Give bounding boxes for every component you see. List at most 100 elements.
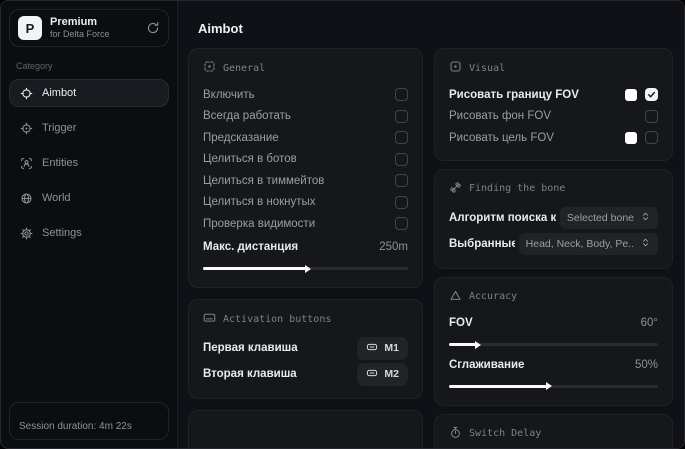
setting-label: Всегда работать — [203, 110, 291, 123]
slider-thumb[interactable] — [304, 264, 311, 273]
card-accuracy: Accuracy FOV 60° Сглаживание 50% — [434, 276, 673, 406]
setting-row: Целиться в тиммейтов — [203, 170, 408, 192]
setting-row: Выбранные кости Head, Neck, Body, Pe.. — [449, 231, 658, 257]
setting-row: Сглаживание 50% — [449, 354, 658, 376]
keyboard-icon — [203, 311, 216, 327]
setting-label: Целиться в тиммейтов — [203, 174, 325, 187]
setting-row: Включить — [203, 84, 408, 106]
sync-icon[interactable] — [146, 21, 160, 35]
chevron-up-down-icon — [640, 211, 651, 225]
draw-fov-background-checkbox[interactable] — [645, 109, 658, 123]
sidebar-item-label: Settings — [42, 227, 82, 239]
setting-label: Рисовать цель FOV — [449, 131, 554, 144]
setting-row: Рисовать границу FOV — [449, 84, 658, 106]
setting-row: Макс. дистанция 250m — [203, 237, 408, 259]
stopwatch-icon — [449, 426, 462, 442]
card-visual: Visual Рисовать границу FOV Рисовать фон… — [434, 48, 673, 161]
card-finding-the-bone: Finding the bone Алгоритм поиска кости S… — [434, 168, 673, 269]
focus-frame-icon — [203, 60, 216, 76]
setting-label: Проверка видимости — [203, 217, 316, 230]
sidebar-item-label: Aimbot — [42, 87, 77, 99]
card-empty — [188, 410, 423, 448]
draw-fov-target-checkbox[interactable] — [645, 131, 658, 145]
brand-title: Premium — [50, 15, 98, 28]
sidebar-item-aimbot[interactable]: Aimbot — [9, 79, 169, 107]
setting-row: Первая клавиша M1 — [203, 335, 408, 361]
setting-label: Выбранные кости — [449, 237, 515, 250]
brand-subtitle: for Delta Force — [50, 29, 110, 40]
setting-row: Целиться в нокнутых — [203, 192, 408, 214]
card-general: General Включить Всегда работать Предска… — [188, 48, 423, 288]
target-bots-checkbox[interactable] — [395, 152, 408, 166]
setting-label: Алгоритм поиска кости — [449, 211, 556, 224]
draw-fov-border-checkbox[interactable] — [645, 88, 658, 102]
page-title: Aimbot — [198, 21, 243, 36]
first-key-button[interactable]: M1 — [357, 336, 408, 360]
bone-section-header: Finding the bone — [449, 181, 658, 197]
selected-bones-select[interactable]: Head, Neck, Body, Pe.. — [518, 232, 658, 255]
max-distance-slider[interactable] — [203, 264, 408, 273]
target-knocked-checkbox[interactable] — [395, 195, 408, 209]
sidebar-item-label: Entities — [42, 157, 79, 169]
setting-label: Целиться в нокнутых — [203, 196, 316, 209]
setting-label: FOV — [449, 317, 473, 330]
brand-logo: P — [18, 16, 42, 40]
max-distance-value: 250m — [379, 241, 408, 254]
sidebar-item-trigger[interactable]: Trigger — [9, 114, 169, 142]
setting-label: Макс. дистанция — [203, 241, 299, 254]
card-activation-buttons: Activation buttons Первая клавиша M1 Вто… — [188, 299, 423, 399]
fov-target-color-swatch[interactable] — [625, 131, 637, 144]
fov-value: 60° — [640, 317, 658, 330]
sidebar: P Premium for Delta Force Category Aimbo… — [1, 1, 177, 448]
setting-label: Вторая клавиша — [203, 368, 297, 380]
setting-label: Сглаживание — [449, 358, 525, 371]
setting-row: Алгоритм поиска кости Selected bone — [449, 205, 658, 231]
gear-icon — [20, 226, 33, 240]
session-duration-card: Session duration: 4m 22s — [9, 402, 169, 440]
sidebar-item-settings[interactable]: Settings — [9, 219, 169, 247]
enable-checkbox[interactable] — [395, 88, 408, 102]
chevron-up-down-icon — [640, 237, 651, 251]
globe-icon — [20, 192, 33, 205]
sidebar-item-label: World — [42, 192, 71, 204]
frame-dot-icon — [449, 60, 462, 76]
setting-row: Рисовать фон FOV — [449, 106, 658, 128]
always-work-checkbox[interactable] — [395, 109, 408, 123]
fov-border-color-swatch[interactable] — [625, 88, 637, 101]
activation-section-header: Activation buttons — [203, 311, 408, 327]
bone-algorithm-select[interactable]: Selected bone — [559, 206, 658, 229]
setting-row: Всегда работать — [203, 106, 408, 128]
category-label: Category — [16, 61, 53, 71]
setting-row: Вторая клавиша M2 — [203, 361, 408, 387]
switch-delay-section-header: Switch Delay — [449, 426, 658, 442]
setting-row: FOV 60° — [449, 313, 658, 335]
setting-label: Целиться в ботов — [203, 153, 297, 166]
general-section-header: General — [203, 60, 408, 76]
mouse-icon — [366, 367, 378, 382]
card-switch-delay: Switch Delay Задержка переключения Задер… — [434, 413, 673, 448]
entities-icon — [20, 157, 33, 170]
app-window: P Premium for Delta Force Category Aimbo… — [0, 0, 685, 449]
target-teammates-checkbox[interactable] — [395, 174, 408, 188]
setting-row: Проверка видимости — [203, 213, 408, 235]
mouse-icon — [366, 341, 378, 356]
second-key-button[interactable]: M2 — [357, 362, 408, 386]
prediction-checkbox[interactable] — [395, 131, 408, 145]
setting-label: Предсказание — [203, 131, 279, 144]
fov-slider[interactable] — [449, 340, 658, 349]
slider-thumb[interactable] — [546, 382, 553, 390]
accuracy-section-header: Accuracy — [449, 289, 658, 305]
brand-card: P Premium for Delta Force — [9, 9, 169, 47]
smoothing-slider[interactable] — [449, 382, 658, 390]
sidebar-item-entities[interactable]: Entities — [9, 149, 169, 177]
slider-thumb[interactable] — [475, 340, 482, 349]
setting-row: Рисовать цель FOV — [449, 127, 658, 149]
main-panel: Aimbot General Включить Всегда работать … — [177, 1, 684, 448]
visual-section-header: Visual — [449, 60, 658, 76]
sidebar-item-world[interactable]: World — [9, 184, 169, 212]
setting-label: Рисовать границу FOV — [449, 88, 579, 101]
setting-label: Рисовать фон FOV — [449, 110, 551, 123]
visibility-check-checkbox[interactable] — [395, 217, 408, 231]
sidebar-item-label: Trigger — [42, 122, 77, 134]
setting-row: Целиться в ботов — [203, 149, 408, 171]
